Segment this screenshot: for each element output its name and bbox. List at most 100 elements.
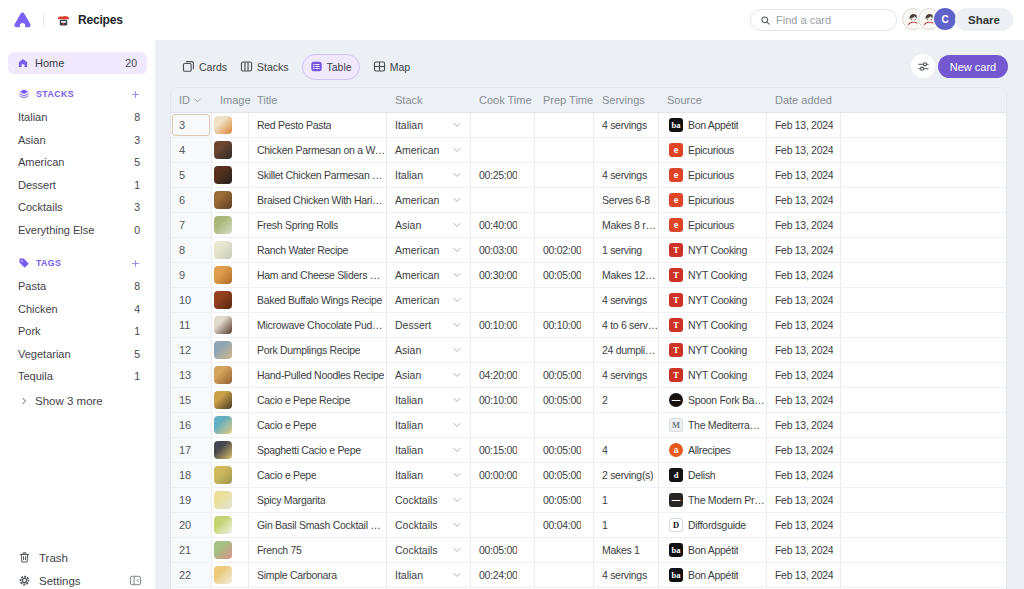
cell-servings[interactable]: 4 servings	[594, 288, 659, 312]
cell-cook-time[interactable]: 00:10:00	[471, 313, 535, 337]
cell-date-added[interactable]: Feb 13, 2024	[767, 413, 841, 437]
cell-servings[interactable]	[594, 138, 659, 162]
cell-servings[interactable]: 1 serving	[594, 238, 659, 262]
cell-date-added[interactable]: Feb 13, 2024	[767, 438, 841, 462]
cell-date-added[interactable]: Feb 13, 2024	[767, 213, 841, 237]
cell-servings[interactable]: Makes 8 ro…	[594, 213, 659, 237]
avatar[interactable]: C	[934, 8, 956, 30]
cell-image[interactable]	[212, 388, 249, 412]
cell-date-added[interactable]: Feb 13, 2024	[767, 388, 841, 412]
cell-extra[interactable]	[841, 388, 1006, 412]
cell-title[interactable]: Spicy Margarita	[249, 488, 387, 512]
app-logo-icon[interactable]	[13, 11, 32, 30]
cell-cook-time[interactable]: 00:24:00	[471, 563, 535, 587]
cell-extra[interactable]	[841, 438, 1006, 462]
cell-cook-time[interactable]	[471, 488, 535, 512]
cell-stack[interactable]: Cocktails	[387, 513, 471, 537]
cell-id[interactable]: 6	[171, 188, 212, 212]
cell-cook-time[interactable]	[471, 188, 535, 212]
cell-image[interactable]	[212, 138, 249, 162]
cell-title[interactable]: Ranch Water Recipe	[249, 238, 387, 262]
cell-date-added[interactable]: Feb 13, 2024	[767, 113, 841, 137]
cell-servings[interactable]: 4 servings	[594, 563, 659, 587]
cell-stack[interactable]: American	[387, 138, 471, 162]
cell-id[interactable]: 10	[171, 288, 212, 312]
cell-cook-time[interactable]	[471, 413, 535, 437]
cell-prep-time[interactable]: 00:05:00	[535, 363, 594, 387]
cell-servings[interactable]: 24 dumpli…	[594, 338, 659, 362]
cell-image[interactable]	[212, 563, 249, 587]
cell-image[interactable]	[212, 338, 249, 362]
cell-date-added[interactable]: Feb 13, 2024	[767, 163, 841, 187]
cell-cook-time[interactable]: 00:05:00	[471, 538, 535, 562]
cell-servings[interactable]	[594, 413, 659, 437]
cell-servings[interactable]: Makes 1	[594, 538, 659, 562]
cell-cook-time[interactable]	[471, 138, 535, 162]
add-tag-icon[interactable]	[131, 259, 140, 268]
new-card-button[interactable]: New card	[938, 55, 1008, 78]
cell-title[interactable]: Gin Basil Smash Cocktail Re…	[249, 513, 387, 537]
cell-cook-time[interactable]	[471, 113, 535, 137]
sidebar-stack-item[interactable]: Cocktails 3	[0, 196, 155, 219]
cell-cook-time[interactable]: 00:00:00	[471, 463, 535, 487]
view-tab[interactable]: Table	[302, 54, 360, 80]
cell-prep-time[interactable]	[535, 213, 594, 237]
column-header-servings[interactable]: Servings	[594, 88, 659, 112]
cell-prep-time[interactable]: 00:10:00	[535, 313, 594, 337]
cell-image[interactable]	[212, 238, 249, 262]
cell-prep-time[interactable]	[535, 563, 594, 587]
cell-date-added[interactable]: Feb 13, 2024	[767, 463, 841, 487]
cell-image[interactable]	[212, 463, 249, 487]
view-tab[interactable]: Stacks	[240, 53, 289, 80]
cell-extra[interactable]	[841, 338, 1006, 362]
cell-cook-time[interactable]: 00:03:00	[471, 238, 535, 262]
cell-extra[interactable]	[841, 513, 1006, 537]
cell-image[interactable]	[212, 513, 249, 537]
sidebar-tag-item[interactable]: Vegetarian 5	[0, 343, 155, 366]
cell-servings[interactable]: 2 serving(s)	[594, 463, 659, 487]
cell-source[interactable]: TNYT Cooking	[659, 263, 767, 287]
cell-source[interactable]: eEpicurious	[659, 163, 767, 187]
cell-servings[interactable]: 4 servings	[594, 113, 659, 137]
cell-title[interactable]: Simple Carbonara	[249, 563, 387, 587]
cell-date-added[interactable]: Feb 13, 2024	[767, 263, 841, 287]
cell-extra[interactable]	[841, 163, 1006, 187]
column-header-prep-time[interactable]: Prep Time	[535, 88, 594, 112]
cell-id[interactable]: 18	[171, 463, 212, 487]
cell-servings[interactable]: 1	[594, 513, 659, 537]
cell-image[interactable]	[212, 113, 249, 137]
cell-image[interactable]	[212, 263, 249, 287]
cell-extra[interactable]	[841, 363, 1006, 387]
cell-extra[interactable]	[841, 563, 1006, 587]
cell-source[interactable]: TNYT Cooking	[659, 338, 767, 362]
cell-id[interactable]: 19	[171, 488, 212, 512]
cell-extra[interactable]	[841, 488, 1006, 512]
cell-servings[interactable]: 4 to 6 serv…	[594, 313, 659, 337]
sidebar-stack-item[interactable]: American 5	[0, 151, 155, 174]
cell-title[interactable]: Braised Chicken With Haris…	[249, 188, 387, 212]
cell-image[interactable]	[212, 413, 249, 437]
cell-image[interactable]	[212, 288, 249, 312]
sidebar-item-home[interactable]: Home 20	[8, 52, 147, 74]
cell-source[interactable]: eEpicurious	[659, 188, 767, 212]
cell-title[interactable]: Spaghetti Cacio e Pepe	[249, 438, 387, 462]
cell-stack[interactable]: Italian	[387, 388, 471, 412]
cell-servings[interactable]: 1	[594, 488, 659, 512]
cell-extra[interactable]	[841, 238, 1006, 262]
cell-title[interactable]: Skillet Chicken Parmesan W…	[249, 163, 387, 187]
cell-source[interactable]: DDiffordsguide	[659, 513, 767, 537]
cell-stack[interactable]: Cocktails	[387, 488, 471, 512]
sidebar-tag-item[interactable]: Chicken 4	[0, 298, 155, 321]
column-header-title[interactable]: Title	[249, 88, 387, 112]
cell-stack[interactable]: Cocktails	[387, 538, 471, 562]
cell-extra[interactable]	[841, 138, 1006, 162]
cell-source[interactable]: TNYT Cooking	[659, 288, 767, 312]
cell-source[interactable]: baBon Appétit	[659, 563, 767, 587]
cell-image[interactable]	[212, 313, 249, 337]
cell-date-added[interactable]: Feb 13, 2024	[767, 513, 841, 537]
cell-image[interactable]	[212, 188, 249, 212]
cell-title[interactable]: Pork Dumplings Recipe	[249, 338, 387, 362]
cell-stack[interactable]: Italian	[387, 113, 471, 137]
cell-source[interactable]: baBon Appétit	[659, 113, 767, 137]
sidebar-item-trash[interactable]: Trash	[0, 547, 155, 568]
